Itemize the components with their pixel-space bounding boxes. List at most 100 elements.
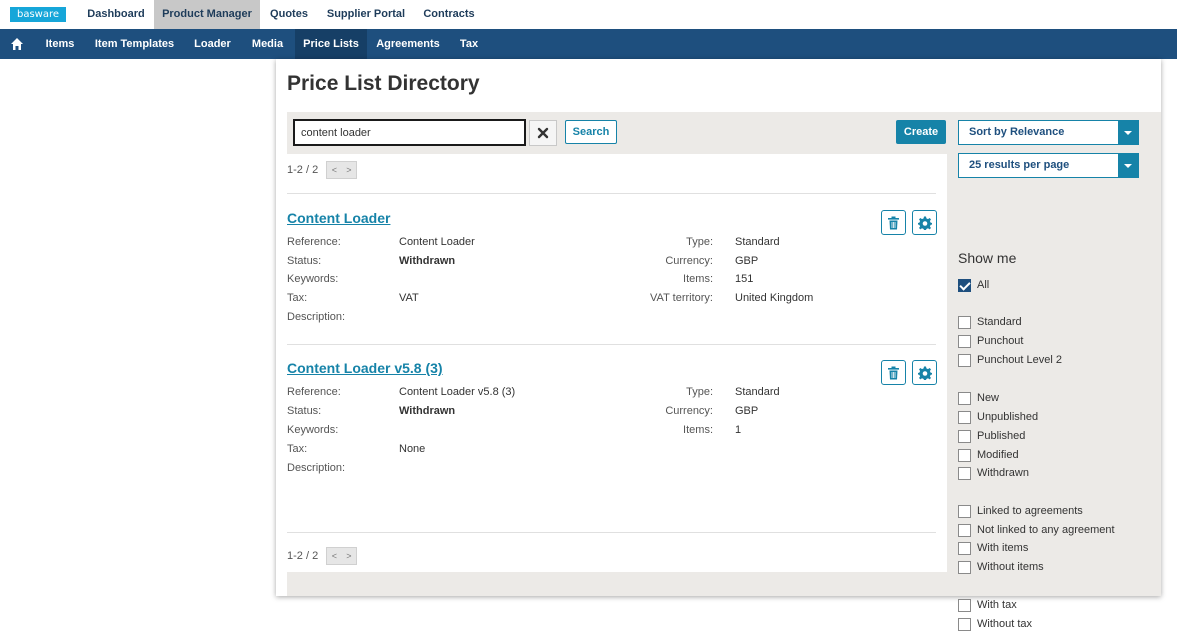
filter-label: Unpublished xyxy=(977,411,1039,423)
checkbox[interactable] xyxy=(958,353,971,367)
settings-button[interactable] xyxy=(912,210,937,235)
delete-button[interactable] xyxy=(881,360,906,385)
checkbox[interactable] xyxy=(958,410,971,424)
checkbox[interactable] xyxy=(958,466,971,480)
nav-quotes[interactable]: Quotes xyxy=(260,0,318,29)
checkbox[interactable] xyxy=(958,391,971,405)
filter-punchout-level-2[interactable]: Punchout Level 2 xyxy=(958,353,1062,367)
divider xyxy=(287,193,936,194)
result-title-link[interactable]: Content Loader xyxy=(287,210,390,226)
checkbox[interactable] xyxy=(958,541,971,555)
top-nav: basware Dashboard Product Manager Quotes… xyxy=(0,0,1177,29)
filter-label: Without tax xyxy=(977,618,1033,630)
label-tax: Tax: xyxy=(287,443,308,455)
value-tax: VAT xyxy=(399,292,419,304)
value-status: Withdrawn xyxy=(399,405,456,417)
filter-all[interactable]: All xyxy=(958,278,989,292)
prev-page-button[interactable]: < xyxy=(332,165,337,175)
filter-withdrawn[interactable]: Withdrawn xyxy=(958,466,1029,480)
filter-label: Without items xyxy=(977,561,1044,573)
label-tax: Tax: xyxy=(287,292,308,304)
checkbox[interactable] xyxy=(958,334,971,348)
filter-published[interactable]: Published xyxy=(958,429,1025,443)
filter-label: Standard xyxy=(977,316,1022,328)
filter-panel: Sort by Relevance 25 results per page Sh… xyxy=(947,112,1161,631)
pager-text: 1-2 / 2 xyxy=(287,164,319,176)
per-page-select[interactable]: 25 results per page xyxy=(958,153,1139,178)
sort-select-value: Sort by Relevance xyxy=(969,126,1065,138)
checkbox[interactable] xyxy=(958,617,971,631)
nav-contracts[interactable]: Contracts xyxy=(414,0,484,29)
search-button[interactable]: Search xyxy=(565,120,617,144)
checkbox[interactable] xyxy=(958,315,971,329)
label-type: Type: xyxy=(686,236,713,248)
label-status: Status: xyxy=(287,405,322,417)
delete-button[interactable] xyxy=(881,210,906,235)
filter-label: Published xyxy=(977,430,1026,442)
result-title-link[interactable]: Content Loader v5.8 (3) xyxy=(287,360,443,376)
value-items: 151 xyxy=(735,273,754,285)
pager-buttons: < > xyxy=(326,547,358,565)
sub-nav: Items Item Templates Loader Media Price … xyxy=(0,29,1177,59)
filter-modified[interactable]: Modified xyxy=(958,448,1019,462)
checkbox[interactable] xyxy=(958,429,971,443)
checkbox[interactable] xyxy=(958,448,971,462)
nav-product-manager[interactable]: Product Manager xyxy=(154,0,260,29)
filter-with-items[interactable]: With items xyxy=(958,541,1028,555)
label-type: Type: xyxy=(686,386,713,398)
nav-dashboard[interactable]: Dashboard xyxy=(78,0,154,29)
label-currency: Currency: xyxy=(665,255,713,267)
home-icon[interactable] xyxy=(10,37,24,51)
filter-without-items[interactable]: Without items xyxy=(958,560,1044,574)
close-icon xyxy=(537,127,549,139)
checkbox[interactable] xyxy=(958,504,971,518)
pager-text: 1-2 / 2 xyxy=(287,550,319,562)
next-page-button[interactable]: > xyxy=(346,165,351,175)
divider xyxy=(287,532,936,533)
settings-button[interactable] xyxy=(912,360,937,385)
page-title: Price List Directory xyxy=(287,72,480,95)
label-keywords: Keywords: xyxy=(287,273,339,285)
per-page-select-value: 25 results per page xyxy=(969,159,1070,171)
label-status: Status: xyxy=(287,255,322,267)
clear-search-button[interactable] xyxy=(529,120,557,146)
checkbox[interactable] xyxy=(958,598,971,612)
subnav-loader[interactable]: Loader xyxy=(185,29,240,59)
chevron-down-icon xyxy=(1118,154,1138,177)
subnav-items[interactable]: Items xyxy=(36,29,84,59)
filter-standard[interactable]: Standard xyxy=(958,315,1022,329)
basware-logo[interactable]: basware xyxy=(10,7,66,22)
search-input[interactable] xyxy=(293,119,526,146)
filter-new[interactable]: New xyxy=(958,391,999,405)
checkbox[interactable] xyxy=(958,560,971,574)
label-currency: Currency: xyxy=(665,405,713,417)
create-button[interactable]: Create xyxy=(896,120,946,144)
chevron-down-icon xyxy=(1118,121,1138,144)
gear-icon xyxy=(917,216,932,230)
value-type: Standard xyxy=(735,236,780,248)
filter-not-linked[interactable]: Not linked to any agreement xyxy=(958,523,1115,537)
sort-select[interactable]: Sort by Relevance xyxy=(958,120,1139,145)
nav-supplier-portal[interactable]: Supplier Portal xyxy=(318,0,414,29)
pager-top: 1-2 / 2 < > xyxy=(287,161,358,179)
pager-buttons: < > xyxy=(326,161,358,179)
filter-linked-agreements[interactable]: Linked to agreements xyxy=(958,504,1083,518)
filter-unpublished[interactable]: Unpublished xyxy=(958,410,1038,424)
subnav-media[interactable]: Media xyxy=(240,29,295,59)
subnav-item-templates[interactable]: Item Templates xyxy=(84,29,185,59)
footer-band xyxy=(287,572,947,596)
gear-icon xyxy=(917,366,932,380)
filter-label: Withdrawn xyxy=(977,467,1029,479)
value-reference: Content Loader v5.8 (3) xyxy=(399,386,516,398)
next-page-button[interactable]: > xyxy=(346,551,351,561)
subnav-price-lists[interactable]: Price Lists xyxy=(295,29,367,59)
subnav-tax[interactable]: Tax xyxy=(449,29,489,59)
label-keywords: Keywords: xyxy=(287,424,339,436)
prev-page-button[interactable]: < xyxy=(332,551,337,561)
checkbox[interactable] xyxy=(958,278,971,292)
filter-without-tax[interactable]: Without tax xyxy=(958,617,1032,631)
filter-punchout[interactable]: Punchout xyxy=(958,334,1023,348)
filter-with-tax[interactable]: With tax xyxy=(958,598,1017,612)
checkbox[interactable] xyxy=(958,523,971,537)
subnav-agreements[interactable]: Agreements xyxy=(367,29,449,59)
